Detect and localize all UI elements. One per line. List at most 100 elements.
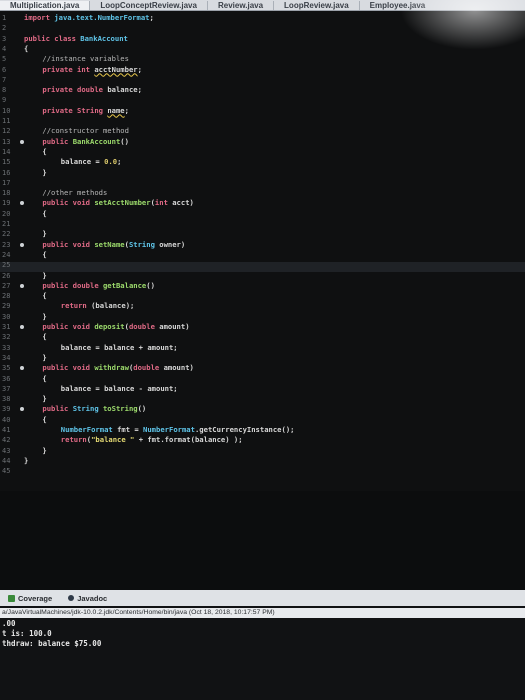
code-line[interactable]: } <box>42 168 46 178</box>
editor-tab[interactable]: Multiplication.java <box>0 0 90 10</box>
code-token: { <box>42 208 47 218</box>
code-line[interactable]: } <box>24 456 28 466</box>
code-token: ; <box>137 64 142 74</box>
code-line[interactable]: return("balance " + fmt.format(balance) … <box>61 435 243 445</box>
tab-javadoc-label: Javadoc <box>77 593 108 603</box>
code-line[interactable]: //instance variables <box>42 54 129 64</box>
code-token: return <box>60 435 87 445</box>
code-token: public class <box>24 33 81 43</box>
code-line[interactable]: } <box>42 271 46 281</box>
breakpoint-marker-icon[interactable] <box>20 283 24 288</box>
code-token: { <box>42 146 47 156</box>
line-number: 27 <box>2 281 11 290</box>
code-token: } <box>42 270 47 280</box>
console-output-line: thdraw: balance $75.00 <box>2 639 102 648</box>
code-line[interactable]: } <box>42 353 46 363</box>
code-line[interactable]: } <box>42 312 46 322</box>
code-line[interactable]: public void deposit(double amount) <box>42 322 189 332</box>
code-token: } <box>42 311 47 321</box>
code-token: } <box>42 445 47 455</box>
code-line[interactable]: public void setName(String owner) <box>42 240 185 250</box>
code-line[interactable]: { <box>42 209 46 219</box>
line-number: 25 <box>2 261 11 270</box>
code-line[interactable]: { <box>42 415 46 425</box>
code-line[interactable]: } <box>42 394 46 404</box>
code-token: NumberFormat <box>143 425 195 434</box>
code-token: } <box>42 394 47 404</box>
breakpoint-marker-icon[interactable] <box>20 366 24 371</box>
code-token: int <box>154 198 173 208</box>
editor-tab[interactable]: Employee.java <box>358 0 436 10</box>
code-line[interactable]: { <box>42 374 46 384</box>
code-line[interactable]: balance = 0.0; <box>61 157 122 167</box>
line-number: 12 <box>2 127 11 136</box>
line-number: 24 <box>2 250 11 259</box>
code-line[interactable]: { <box>42 147 46 157</box>
code-token: public <box>42 136 73 146</box>
code-line[interactable]: public double getBalance() <box>42 281 155 291</box>
line-number: 30 <box>2 312 11 321</box>
code-line[interactable]: private String name; <box>42 106 129 116</box>
breakpoint-marker-icon[interactable] <box>20 201 24 206</box>
code-line[interactable]: return (balance); <box>61 301 135 311</box>
code-token: public void <box>42 363 95 373</box>
code-token: "balance " <box>91 435 135 445</box>
line-number: 44 <box>2 456 11 465</box>
code-line[interactable]: NumberFormat fmt = NumberFormat.getCurre… <box>61 425 295 435</box>
line-number: 31 <box>2 323 11 331</box>
code-token: public void <box>42 322 95 331</box>
code-line[interactable]: { <box>24 44 28 54</box>
code-line[interactable]: } <box>42 229 46 239</box>
code-line[interactable]: import java.text.NumberFormat; <box>24 13 158 23</box>
code-token: (balance); <box>91 301 135 311</box>
line-number: 33 <box>2 343 11 352</box>
line-number: 36 <box>2 374 11 383</box>
editor-tab[interactable]: LoopReview.java <box>273 0 359 10</box>
bottom-panel: Coverage Javadoc a/JavaVirtualMachines/j… <box>0 590 525 700</box>
line-number: 21 <box>2 220 11 228</box>
line-number: 35 <box>2 364 11 373</box>
code-line[interactable]: { <box>42 291 46 301</box>
code-line[interactable]: balance = balance + amount; <box>61 343 178 353</box>
line-number: 6 <box>2 65 7 74</box>
breakpoint-marker-icon[interactable] <box>20 325 24 329</box>
console-output-line: .00 <box>2 619 16 628</box>
code-line[interactable]: { <box>42 332 46 342</box>
code-editor[interactable]: 1 import java.text.NumberFormat; 2 3 public… <box>0 11 525 491</box>
line-number: 40 <box>2 415 11 424</box>
code-line[interactable]: } <box>42 446 46 456</box>
breakpoint-marker-icon[interactable] <box>20 139 24 144</box>
code-line[interactable]: //other methods <box>42 188 107 198</box>
code-line[interactable]: balance = balance - amount; <box>61 384 178 394</box>
code-line[interactable]: private int acctNumber; <box>42 65 142 75</box>
code-line[interactable]: private double balance; <box>42 85 142 95</box>
code-token: java.text.NumberFormat <box>54 13 150 22</box>
line-number: 1 <box>2 14 7 22</box>
code-line[interactable]: public void setAcctNumber(int acct) <box>42 198 193 208</box>
code-line[interactable]: public void withdraw(double amount) <box>42 363 193 373</box>
tab-javadoc[interactable]: Javadoc <box>60 594 115 603</box>
code-line[interactable]: { <box>42 250 46 260</box>
line-number: 42 <box>2 436 11 445</box>
code-line[interactable]: public class BankAccount <box>24 34 128 44</box>
editor-tab[interactable]: LoopConceptReview.java <box>89 0 207 10</box>
code-token: + fmt.format(balance) ); <box>134 435 243 445</box>
code-line[interactable]: //constructor method <box>42 126 129 136</box>
code-line[interactable]: public String toString() <box>42 404 146 414</box>
editor-tab[interactable]: Review.java <box>206 0 273 10</box>
code-token: //constructor method <box>42 126 129 136</box>
line-number: 26 <box>2 271 11 280</box>
line-number: 43 <box>2 446 11 455</box>
code-line[interactable]: public BankAccount() <box>42 137 129 147</box>
code-token: fmt = <box>117 425 144 434</box>
line-number: 34 <box>2 353 11 362</box>
tab-coverage-label: Coverage <box>18 593 53 603</box>
code-token: () <box>146 280 155 290</box>
code-token: ; <box>124 105 129 115</box>
breakpoint-marker-icon[interactable] <box>20 242 24 247</box>
tab-coverage[interactable]: Coverage <box>0 594 60 603</box>
code-token: { <box>42 373 47 383</box>
code-token: { <box>24 43 29 53</box>
line-number: 18 <box>2 189 11 198</box>
breakpoint-marker-icon[interactable] <box>20 407 24 412</box>
